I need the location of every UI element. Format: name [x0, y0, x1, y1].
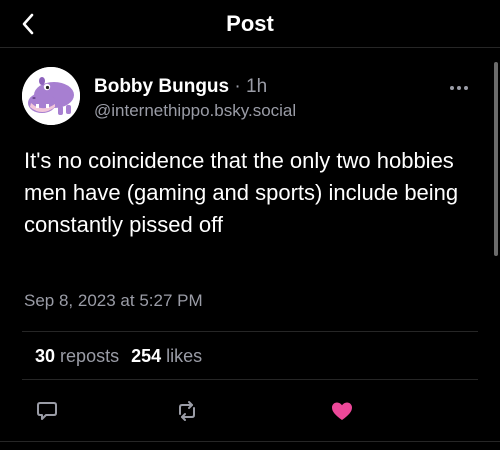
- hippo-avatar-icon: [22, 67, 80, 125]
- scrollbar[interactable]: [494, 62, 498, 256]
- divider: [22, 331, 478, 332]
- page-title: Post: [226, 11, 274, 36]
- post-stats: 30 reposts 254 likes: [35, 346, 202, 367]
- repost-icon: [179, 401, 195, 421]
- post-body: It's no coincidence that the only two ho…: [24, 148, 459, 237]
- post-timestamp: Sep 8, 2023 at 5:27 PM: [24, 291, 203, 310]
- reposts-count: 30: [35, 346, 56, 366]
- likes-label: likes: [166, 346, 203, 366]
- separator-dot: ·: [234, 76, 241, 97]
- reposts-stat[interactable]: 30 reposts: [35, 346, 119, 366]
- heart-icon: [332, 402, 352, 420]
- repost-button[interactable]: [175, 399, 199, 423]
- reply-button[interactable]: [35, 399, 59, 423]
- likes-count: 254: [131, 346, 162, 366]
- author-name[interactable]: Bobby Bungus · 1h: [94, 76, 267, 98]
- divider: [0, 441, 500, 442]
- top-bar: Post: [0, 0, 500, 48]
- comment-icon: [37, 402, 57, 420]
- avatar[interactable]: [22, 67, 80, 125]
- like-button[interactable]: [330, 399, 354, 423]
- author-display-name: Bobby Bungus: [94, 76, 230, 97]
- divider: [22, 379, 478, 380]
- more-options-button[interactable]: [450, 80, 474, 96]
- reposts-label: reposts: [60, 346, 120, 366]
- author-handle[interactable]: @internethippo.bsky.social: [94, 101, 296, 121]
- post-time-ago: 1h: [246, 76, 268, 97]
- ellipsis-icon: [450, 86, 454, 90]
- likes-stat[interactable]: 254 likes: [131, 346, 202, 366]
